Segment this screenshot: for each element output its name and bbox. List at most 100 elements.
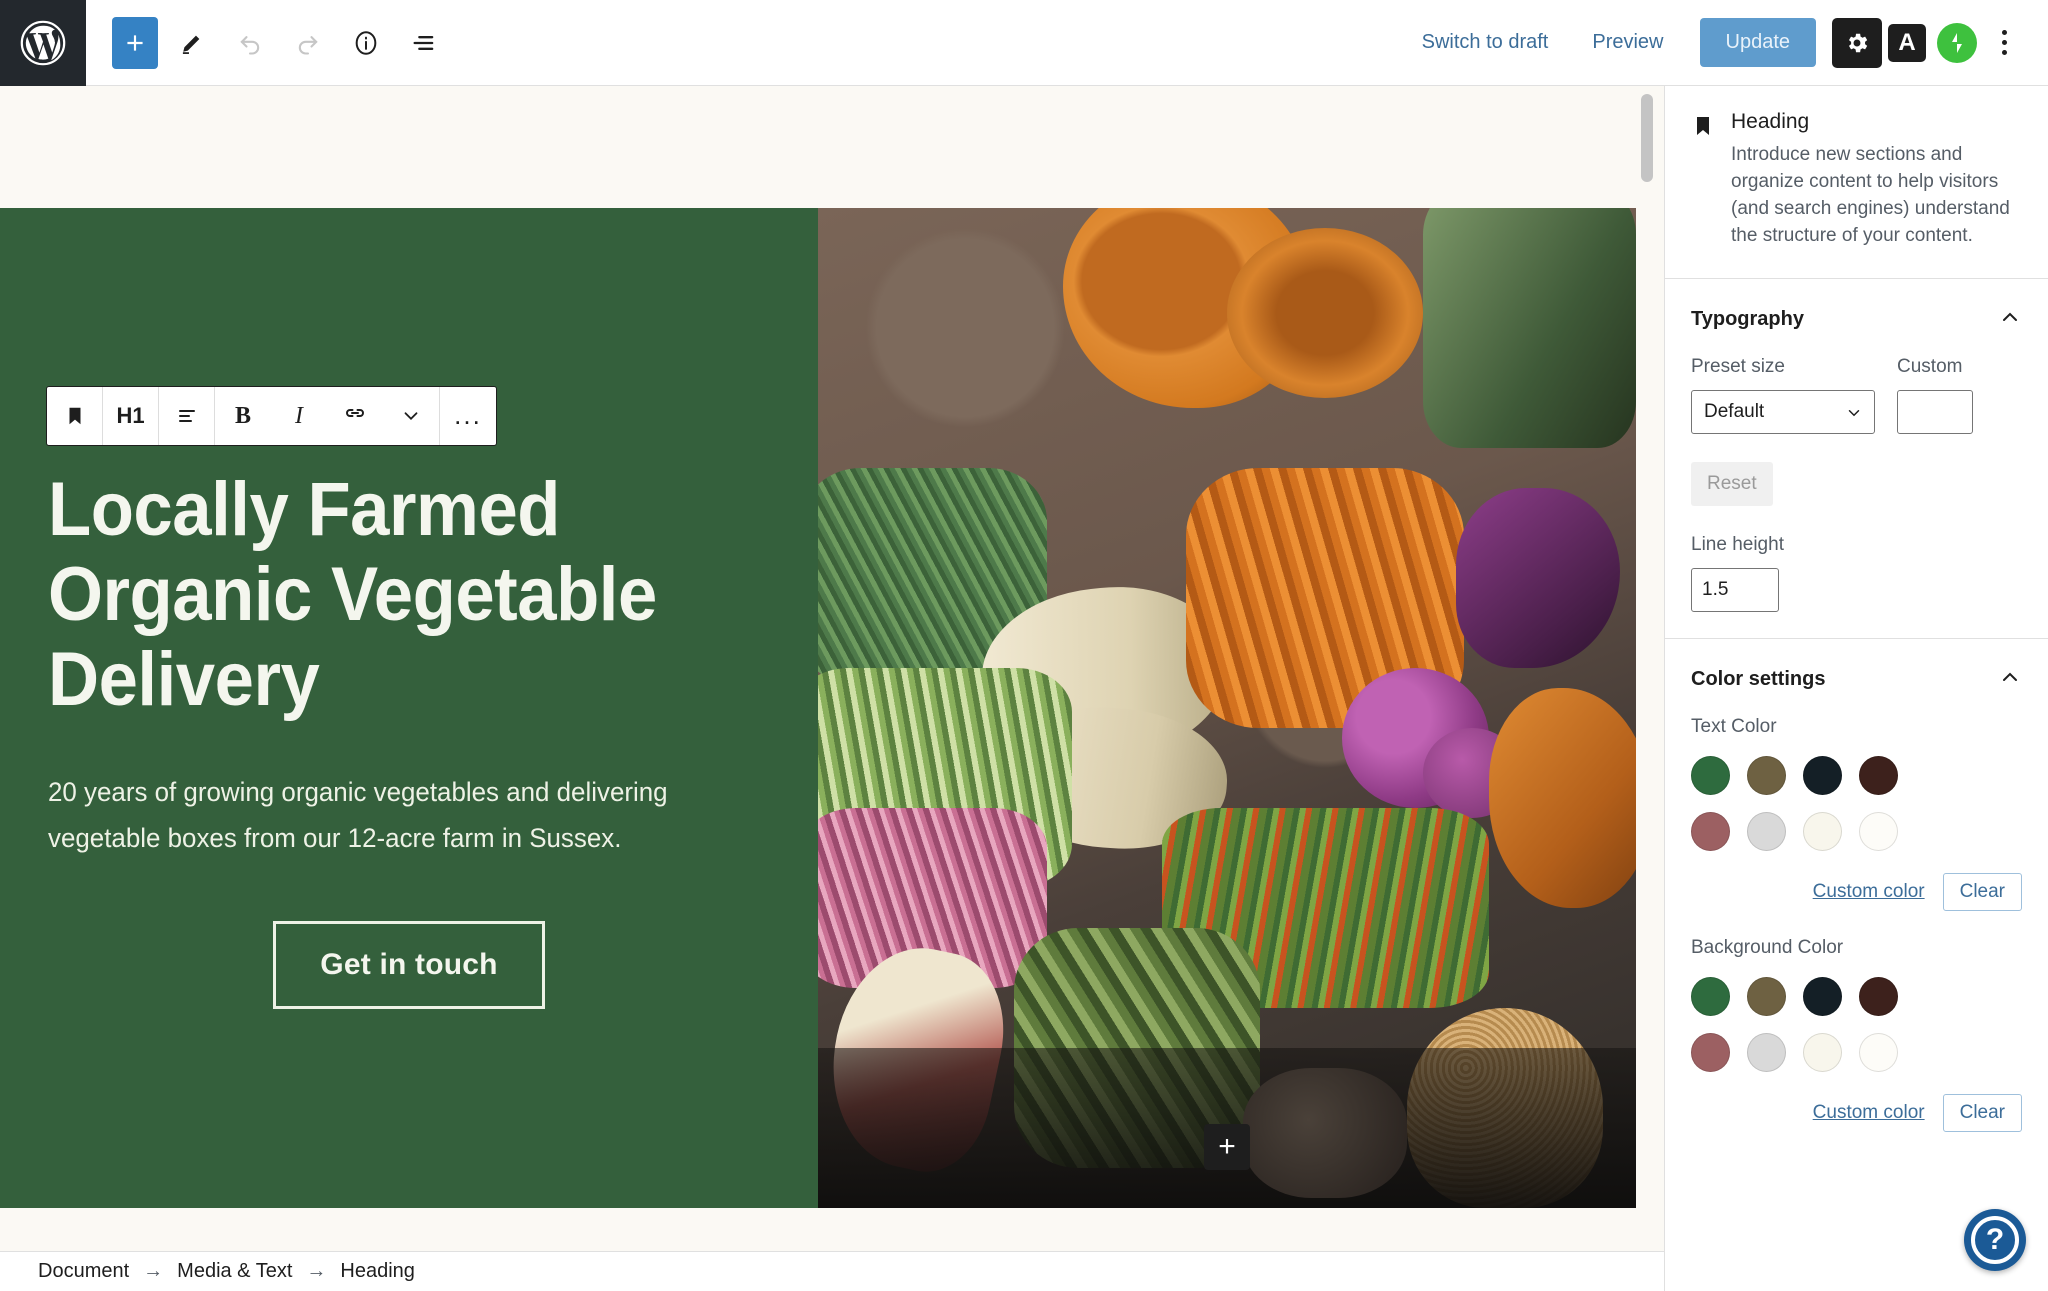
potato-cluster (1243, 1068, 1407, 1198)
media-image[interactable]: + (818, 208, 1636, 1208)
color-swatch-4[interactable] (1691, 1032, 1730, 1072)
text-align-button[interactable] (159, 387, 215, 445)
heading-level-h1-button[interactable]: H1 (103, 387, 159, 445)
block-toolbar[interactable]: H1 B I ... (46, 386, 497, 446)
preview-button[interactable]: Preview (1570, 21, 1685, 64)
rich-text-format-group: B I (215, 387, 440, 445)
canvas-scrollbar[interactable] (1640, 86, 1654, 1251)
background-color-group: Background Color Custom color Clear (1665, 937, 2048, 1158)
block-appender-plus-icon[interactable]: + (1204, 1124, 1250, 1170)
breadcrumb-separator-icon: → (306, 1260, 327, 1282)
color-swatch-2[interactable] (1803, 755, 1842, 795)
italic-button[interactable]: I (271, 387, 327, 445)
background-color-swatches[interactable] (1691, 976, 1951, 1072)
block-navigation-button[interactable] (400, 19, 448, 67)
block-title: Heading (1731, 110, 1810, 133)
block-type-bookmark-icon[interactable] (47, 387, 103, 445)
heading-bookmark-icon (1691, 110, 1715, 250)
background-color-actions: Custom color Clear (1691, 1093, 2022, 1132)
media-text-content-column: Locally Farmed Organic Vegetable Deliver… (0, 208, 818, 1208)
color-swatch-0[interactable] (1691, 755, 1730, 795)
breadcrumb-item-media-and-text[interactable]: Media & Text (177, 1260, 292, 1283)
preset-size-label: Preset size (1691, 355, 1785, 377)
switch-to-draft-button[interactable]: Switch to draft (1400, 21, 1571, 64)
color-swatch-4[interactable] (1691, 811, 1730, 851)
color-swatch-7[interactable] (1859, 811, 1898, 851)
redo-button[interactable] (284, 19, 332, 67)
details-info-button[interactable] (342, 19, 390, 67)
block-options-ellipsis-icon[interactable]: ... (440, 387, 496, 445)
color-swatch-5[interactable] (1747, 811, 1786, 851)
squash-half-2 (1227, 228, 1424, 398)
block-info-text: Heading Introduce new sections and organ… (1731, 110, 2022, 250)
undo-button[interactable] (226, 19, 274, 67)
help-button[interactable]: ? (1964, 1209, 2026, 1271)
canvas-scrollbar-thumb[interactable] (1641, 94, 1653, 182)
question-mark-icon: ? (1971, 1216, 2019, 1264)
color-swatch-3[interactable] (1859, 755, 1898, 795)
letter-a-glyph: A (1888, 23, 1926, 62)
vertical-ellipsis-icon[interactable] (1982, 18, 2026, 68)
custom-size-input[interactable] (1897, 389, 1973, 434)
color-swatch-7[interactable] (1859, 1032, 1898, 1072)
color-swatch-6[interactable] (1803, 1032, 1842, 1072)
background-color-clear-button[interactable]: Clear (1942, 1093, 2022, 1132)
wordpress-block-editor: Switch to draft Preview Update A Locally… (0, 0, 2048, 1291)
wordpress-logo-icon[interactable] (0, 0, 86, 86)
text-color-group: Text Color Custom color Clear (1665, 716, 2048, 937)
block-description: Introduce new sections and organize cont… (1731, 144, 2010, 246)
text-color-swatches[interactable] (1691, 755, 1951, 851)
breadcrumb-item-document[interactable]: Document (38, 1260, 129, 1283)
text-color-label: Text Color (1691, 715, 1777, 737)
color-swatch-5[interactable] (1747, 1032, 1786, 1072)
breadcrumb-separator-icon: → (143, 1260, 164, 1282)
text-custom-color-link[interactable]: Custom color (1813, 881, 1925, 903)
more-rich-text-chevron-down-icon[interactable] (383, 387, 439, 445)
preset-size-select-wrapper[interactable]: Default (1691, 389, 1875, 434)
breadcrumb-item-heading[interactable]: Heading (340, 1260, 415, 1283)
typography-panel-body: Preset size Default Custom Reset Line he… (1665, 356, 2048, 638)
font-size-reset-button[interactable]: Reset (1691, 461, 1773, 506)
hero-paragraph[interactable]: 20 years of growing organic vegetables a… (48, 770, 739, 861)
add-block-button[interactable] (112, 16, 158, 69)
background-color-label: Background Color (1691, 936, 1844, 958)
gear-icon[interactable] (1832, 17, 1882, 68)
courgette-cluster (1423, 208, 1636, 448)
color-settings-panel-header[interactable]: Color settings (1665, 639, 2048, 716)
font-size-row: Preset size Default Custom (1691, 356, 2022, 434)
top-bar-right-tools: Switch to draft Preview Update A (1400, 17, 2048, 68)
color-swatch-2[interactable] (1803, 976, 1842, 1016)
bold-button[interactable]: B (215, 387, 271, 445)
breadcrumb: Document → Media & Text → Heading (0, 1251, 1664, 1291)
typography-panel-title: Typography (1691, 307, 1804, 330)
background-custom-color-link[interactable]: Custom color (1813, 1102, 1925, 1124)
color-swatch-1[interactable] (1747, 755, 1786, 795)
chevron-up-icon[interactable] (1998, 305, 2022, 334)
color-swatch-0[interactable] (1691, 976, 1730, 1016)
line-height-input[interactable] (1691, 567, 1779, 612)
block-info-card: Heading Introduce new sections and organ… (1665, 86, 2048, 279)
typography-panel-header[interactable]: Typography (1665, 279, 2048, 356)
update-button[interactable]: Update (1699, 18, 1816, 67)
jetpack-circle (1937, 22, 1977, 63)
get-in-touch-button[interactable]: Get in touch (273, 921, 545, 1010)
color-swatch-6[interactable] (1803, 811, 1842, 851)
block-settings-sidebar: Heading Introduce new sections and organ… (1664, 86, 2048, 1291)
link-button[interactable] (327, 387, 383, 445)
media-and-text-block[interactable]: Locally Farmed Organic Vegetable Deliver… (0, 208, 1636, 1208)
hero-heading[interactable]: Locally Farmed Organic Vegetable Deliver… (48, 467, 719, 722)
preset-size-field: Preset size Default (1691, 356, 1875, 434)
tools-edit-button[interactable] (168, 19, 216, 67)
preset-size-select[interactable]: Default (1691, 389, 1875, 434)
jetpack-bolt-icon[interactable] (1932, 18, 1982, 68)
text-color-actions: Custom color Clear (1691, 872, 2022, 911)
color-swatch-3[interactable] (1859, 976, 1898, 1016)
editor-canvas: Locally Farmed Organic Vegetable Deliver… (0, 86, 1664, 1251)
typography-panel: Typography Preset size Default Custom Re… (1665, 279, 2048, 638)
letter-a-icon[interactable]: A (1882, 18, 1932, 68)
text-color-clear-button[interactable]: Clear (1942, 872, 2022, 911)
top-bar-left-tools (86, 16, 448, 69)
editor-top-bar: Switch to draft Preview Update A (0, 0, 2048, 86)
color-swatch-1[interactable] (1747, 976, 1786, 1016)
chevron-up-icon[interactable] (1998, 665, 2022, 694)
